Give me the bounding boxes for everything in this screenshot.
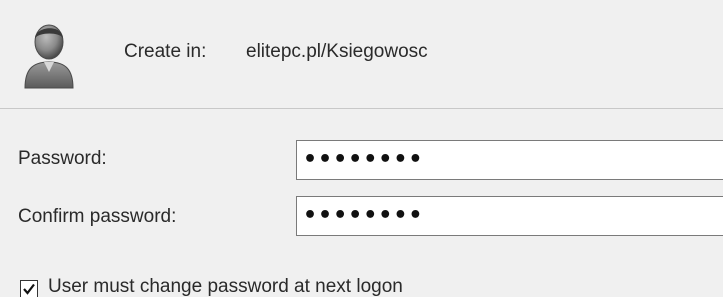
password-label: Password: <box>18 148 107 169</box>
checkmark-icon <box>23 283 35 295</box>
must-change-password-checkbox[interactable] <box>20 280 38 297</box>
user-icon <box>22 20 76 90</box>
create-in-label: Create in: <box>124 41 207 62</box>
new-user-dialog: Create in: elitepc.pl/Ksiegowosc Passwor… <box>0 0 723 297</box>
confirm-password-label: Confirm password: <box>18 206 177 227</box>
password-field[interactable]: •••••••• <box>296 140 723 180</box>
must-change-password-label: User must change password at next logon <box>48 276 403 297</box>
create-in-path: elitepc.pl/Ksiegowosc <box>246 41 428 62</box>
confirm-password-field[interactable]: •••••••• <box>296 196 723 236</box>
dialog-header: Create in: elitepc.pl/Ksiegowosc <box>0 0 723 109</box>
